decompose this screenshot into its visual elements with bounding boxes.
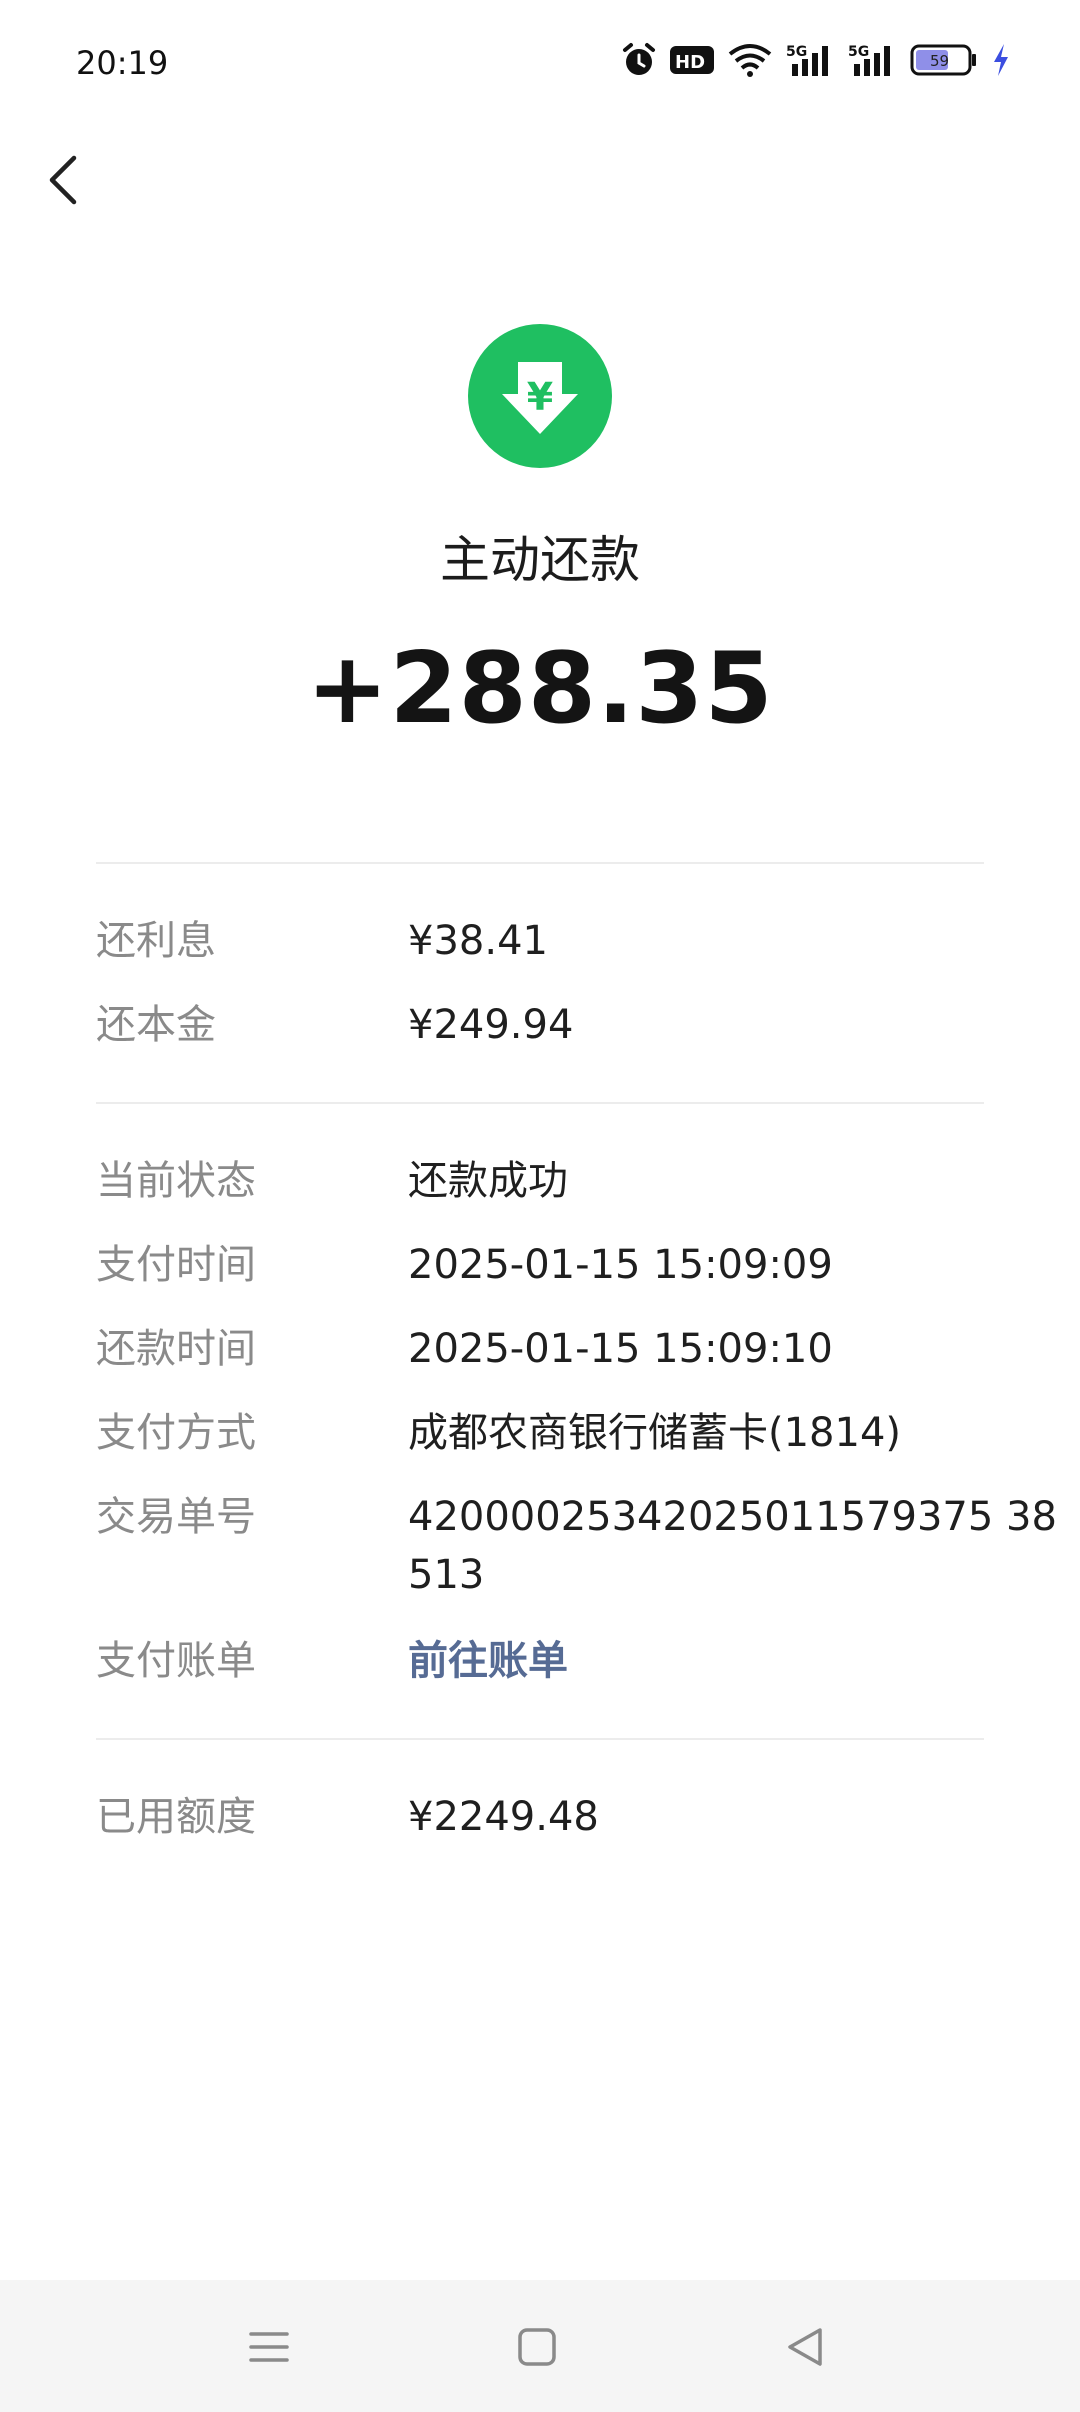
menu-button[interactable] <box>234 2312 304 2382</box>
detail-value: ¥38.41 <box>408 918 548 964</box>
home-icon <box>518 2328 556 2366</box>
detail-label: 支付账单 <box>96 1638 256 1684</box>
battery-level: 59 <box>930 52 949 70</box>
detail-label: 还利息 <box>96 918 216 964</box>
detail-value: 还款成功 <box>408 1158 568 1204</box>
hero-icon-glyph: ¥ <box>527 375 553 419</box>
detail-label: 还本金 <box>96 1002 216 1048</box>
yuan-down-arrow-icon: ¥ <box>468 324 612 468</box>
hd-icon: HD <box>670 44 714 80</box>
detail-value: ¥249.94 <box>408 1002 574 1048</box>
signal-5g-icon: 5G <box>786 42 834 82</box>
back-triangle-icon <box>788 2328 822 2366</box>
chevron-left-icon <box>49 155 77 205</box>
charging-icon <box>992 43 1010 81</box>
hd-label: HD <box>675 52 705 73</box>
detail-value: ¥2249.48 <box>408 1794 599 1840</box>
detail-value: 2025-01-15 15:09:10 <box>408 1326 833 1372</box>
detail-label: 还款时间 <box>96 1326 256 1372</box>
signal2-label: 5G <box>848 44 869 60</box>
battery-icon: 59 <box>910 43 978 81</box>
detail-label: 支付时间 <box>96 1242 256 1288</box>
transaction-title: 主动还款 <box>440 531 640 589</box>
transaction-id-value: 42000025342025011579375 38513 <box>408 1494 1057 1598</box>
detail-value: 2025-01-15 15:09:09 <box>408 1242 833 1288</box>
divider <box>96 862 984 864</box>
divider <box>96 1738 984 1740</box>
menu-icon <box>249 2332 289 2362</box>
wifi-icon <box>728 42 772 82</box>
detail-label: 交易单号 <box>96 1494 256 1540</box>
signal1-label: 5G <box>786 44 807 60</box>
home-button[interactable] <box>502 2312 572 2382</box>
detail-value: 成都农商银行储蓄卡(1814) <box>408 1410 902 1456</box>
status-icons: HD 5G 5G 59 <box>622 40 1010 84</box>
status-bar: 20:19 HD 5G 5G 59 <box>0 0 1080 126</box>
alarm-icon <box>622 42 656 82</box>
back-nav-button[interactable] <box>770 2312 840 2382</box>
signal-5g-icon: 5G <box>848 42 896 82</box>
detail-label: 支付方式 <box>96 1410 256 1456</box>
status-time: 20:19 <box>76 44 169 82</box>
detail-label: 已用额度 <box>96 1794 256 1840</box>
divider <box>96 1102 984 1104</box>
view-bill-link[interactable]: 前往账单 <box>408 1632 1068 1690</box>
transaction-amount: +288.35 <box>306 632 774 746</box>
screen: 20:19 HD 5G 5G 59 ¥ 主动还款 +288.35 还利息 ¥38… <box>0 0 1080 2412</box>
back-button[interactable] <box>30 140 100 220</box>
detail-label: 当前状态 <box>96 1158 256 1204</box>
system-nav-bar <box>0 2280 1080 2412</box>
